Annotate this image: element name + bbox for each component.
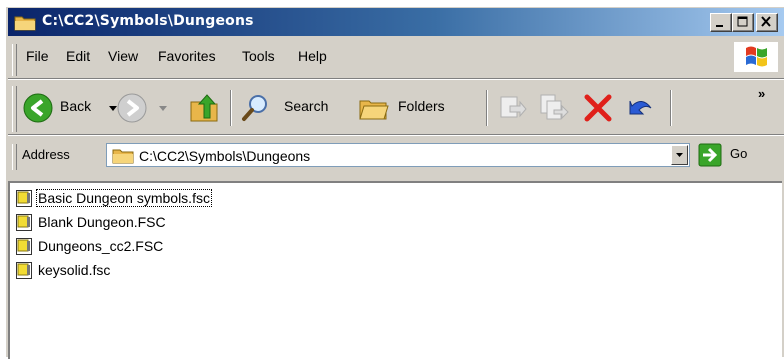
minimize-icon xyxy=(716,25,723,27)
close-icon xyxy=(761,16,771,27)
search-button[interactable]: Search xyxy=(240,92,346,124)
maximize-button[interactable] xyxy=(732,13,754,32)
address-value: C:\CC2\Symbols\Dungeons xyxy=(139,148,311,164)
list-item[interactable]: keysolid.fsc xyxy=(16,261,216,281)
delete-icon[interactable] xyxy=(582,92,614,124)
address-input[interactable]: C:\CC2\Symbols\Dungeons xyxy=(106,143,690,167)
address-bar-grip[interactable] xyxy=(12,144,17,170)
file-list: Basic Dungeon symbols.fsc Blank Dungeon.… xyxy=(8,181,782,359)
menu-file[interactable]: File xyxy=(26,48,49,64)
file-name: Dungeons_cc2.FSC xyxy=(38,238,164,254)
fsc-file-icon xyxy=(16,238,32,255)
go-arrow-icon xyxy=(698,143,722,167)
go-button[interactable]: Go xyxy=(698,143,778,169)
menu-bar-grip[interactable] xyxy=(12,44,17,76)
folders-icon xyxy=(359,100,389,120)
toolbar-overflow-chevron[interactable]: » xyxy=(758,86,765,101)
title-bar[interactable]: C:\CC2\Symbols\Dungeons xyxy=(8,8,784,36)
search-icon xyxy=(242,95,267,121)
back-arrow-icon xyxy=(23,93,53,123)
folder-icon xyxy=(112,149,134,164)
chevron-down-icon xyxy=(676,153,683,157)
standard-toolbar: Back Search Folders » xyxy=(8,82,784,136)
file-name: Basic Dungeon symbols.fsc xyxy=(36,189,212,207)
forward-button[interactable] xyxy=(116,92,176,124)
menu-edit[interactable]: Edit xyxy=(66,48,90,64)
close-button[interactable] xyxy=(756,13,778,32)
menu-view[interactable]: View xyxy=(108,48,138,64)
file-name: keysolid.fsc xyxy=(38,262,111,278)
toolbar-separator xyxy=(230,90,232,126)
fsc-file-icon xyxy=(16,190,32,207)
chevron-down-icon[interactable] xyxy=(158,105,168,113)
fsc-file-icon xyxy=(16,214,32,231)
copy-to-icon[interactable] xyxy=(538,92,570,124)
search-label: Search xyxy=(284,98,329,114)
toolbar-separator xyxy=(486,90,488,126)
menu-tools[interactable]: Tools xyxy=(242,48,275,64)
folder-icon xyxy=(14,16,36,31)
minimize-button[interactable] xyxy=(710,13,732,32)
maximize-icon xyxy=(737,16,748,27)
fsc-file-icon xyxy=(16,262,32,279)
menu-favorites[interactable]: Favorites xyxy=(158,48,216,64)
folders-label: Folders xyxy=(398,98,445,114)
toolbar-separator xyxy=(670,90,672,126)
list-item[interactable]: Dungeons_cc2.FSC xyxy=(16,237,216,257)
folders-button[interactable]: Folders xyxy=(358,92,476,124)
windows-flag-icon xyxy=(746,46,767,67)
address-dropdown-button[interactable] xyxy=(671,145,688,165)
address-label: Address xyxy=(22,147,70,162)
move-to-icon[interactable] xyxy=(496,92,528,124)
toolbar-grip[interactable] xyxy=(12,86,17,132)
up-folder-icon[interactable] xyxy=(188,92,220,124)
list-item[interactable]: Basic Dungeon symbols.fsc xyxy=(16,189,276,209)
address-bar: Address C:\CC2\Symbols\Dungeons Go xyxy=(8,138,784,176)
windows-logo xyxy=(734,42,778,72)
forward-arrow-icon xyxy=(117,93,147,123)
explorer-window: C:\CC2\Symbols\Dungeons File Edit View F… xyxy=(4,5,784,359)
menu-help[interactable]: Help xyxy=(298,48,327,64)
undo-icon[interactable] xyxy=(624,92,656,124)
go-label: Go xyxy=(730,146,748,161)
list-item[interactable]: Blank Dungeon.FSC xyxy=(16,213,216,233)
menu-bar: File Edit View Favorites Tools Help xyxy=(8,40,784,80)
window-title: C:\CC2\Symbols\Dungeons xyxy=(42,13,254,29)
file-name: Blank Dungeon.FSC xyxy=(38,214,166,230)
back-label: Back xyxy=(60,98,92,114)
